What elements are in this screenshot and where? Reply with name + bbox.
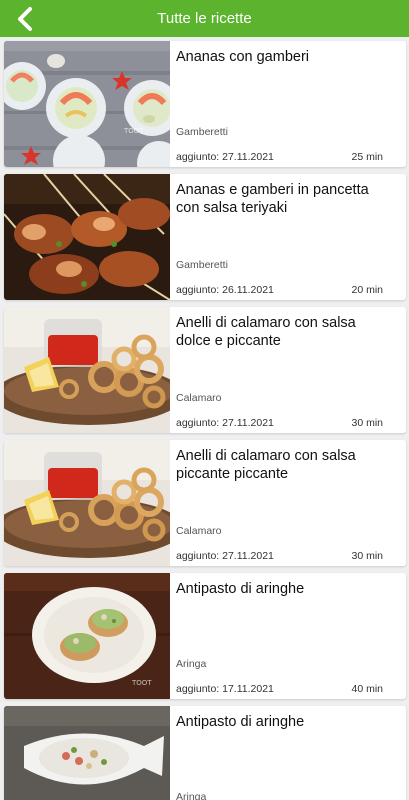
recipe-category: Calamaro <box>176 525 222 537</box>
recipe-title: Antipasto di aringhe <box>176 714 305 730</box>
recipe-cook-time: 30 min <box>351 550 383 562</box>
back-button[interactable] <box>10 4 40 34</box>
recipe-cook-time: 20 min <box>351 284 383 296</box>
recipe-card[interactable]: Ananas e gamberi in pancetta con salsa t… <box>4 174 406 300</box>
recipe-category: Calamaro <box>176 392 222 404</box>
recipe-cook-time: 30 min <box>351 417 383 429</box>
recipe-title: Anelli di calamaro con salsa dolce e pic… <box>176 315 356 349</box>
recipe-category: Gamberetti <box>176 259 228 271</box>
recipe-title: Ananas e gamberi in pancetta con salsa t… <box>176 182 369 216</box>
recipe-added-date: aggiunto: 27.11.2021 <box>176 151 274 163</box>
recipe-added-date: aggiunto: 26.11.2021 <box>176 284 274 296</box>
recipe-category: Gamberetti <box>176 126 228 138</box>
recipe-thumbnail <box>4 174 170 300</box>
recipe-thumbnail: TOOT <box>4 41 170 167</box>
recipe-cook-time: 25 min <box>351 151 383 163</box>
watermark-text: TOOT <box>123 127 144 135</box>
watermark-text: TOOT <box>131 679 152 687</box>
recipe-card[interactable]: Anelli di calamaro con salsa dolce e pic… <box>4 307 406 433</box>
bacon-shrimp-skewers-photo <box>4 174 170 300</box>
recipe-added-date: aggiunto: 27.11.2021 <box>176 550 274 562</box>
recipe-thumbnail <box>4 706 170 800</box>
calamari-rings-sauce-photo <box>4 307 170 433</box>
recipe-title: Ananas con gamberi <box>176 49 309 65</box>
recipe-card[interactable]: TOOT Ananas con gamberi Gamberetti aggiu… <box>4 41 406 167</box>
top-app-bar: Tutte le ricette <box>0 0 409 37</box>
page-title: Tutte le ricette <box>157 10 252 27</box>
recipe-title: Antipasto di aringhe <box>176 581 305 597</box>
herring-toast-plate-photo: TOOT <box>4 573 170 699</box>
calamari-rings-sauce-photo <box>4 440 170 566</box>
recipe-category: Aringa <box>176 658 207 670</box>
recipe-card[interactable]: TOOT Antipasto di aringhe Aringa aggiunt… <box>4 573 406 699</box>
recipe-thumbnail <box>4 440 170 566</box>
shrimp-pineapple-plates-photo: TOOT <box>4 41 170 167</box>
recipe-card[interactable]: Antipasto di aringhe Aringa <box>4 706 406 800</box>
recipe-title: Anelli di calamaro con salsa piccante pi… <box>176 448 356 482</box>
recipe-thumbnail: TOOT <box>4 573 170 699</box>
recipe-added-date: aggiunto: 27.11.2021 <box>176 417 274 429</box>
chevron-left-icon <box>18 7 32 31</box>
recipe-category: Aringa <box>176 791 207 800</box>
recipe-list: TOOT Ananas con gamberi Gamberetti aggiu… <box>4 41 406 800</box>
recipe-thumbnail <box>4 307 170 433</box>
recipe-card[interactable]: Anelli di calamaro con salsa piccante pi… <box>4 440 406 566</box>
recipe-added-date: aggiunto: 17.11.2021 <box>176 683 274 695</box>
recipe-cook-time: 40 min <box>351 683 383 695</box>
herring-fish-plate-photo <box>4 706 170 800</box>
